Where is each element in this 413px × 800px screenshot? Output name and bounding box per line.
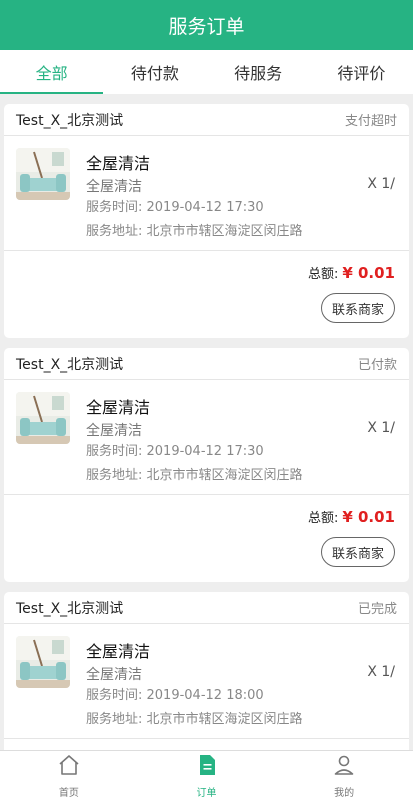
total-label: 总额: [307,511,339,526]
total-amount: ¥ 0.01 [342,508,395,526]
shop-name: Test_X_北京测试 [16,112,124,129]
order-card[interactable]: Test_X_北京测试 已完成 全屋清洁 全屋清洁 服务时间: 2019-04-… [4,592,409,750]
service-subtitle: 全屋清洁 [86,423,142,439]
order-status: 支付超时 [344,114,397,129]
order-card-footer: 总额: ¥ 0.01 联系商家 [4,251,409,337]
nav-profile[interactable]: 我的 [275,751,413,800]
service-quantity: X 1/ [367,664,395,680]
nav-orders-label: 订单 [196,787,217,799]
service-quantity: X 1/ [367,176,395,192]
order-card-header: Test_X_北京测试 已完成 [4,592,409,624]
service-address: 服务地址: 北京市市辖区海淀区闵庄路 [86,224,303,239]
tab-pending-payment[interactable]: 待付款 [103,50,206,94]
home-icon [57,753,81,781]
shop-name: Test_X_北京测试 [16,600,124,617]
shop-name: Test_X_北京测试 [16,356,124,373]
order-total: 总额: ¥ 0.01 [308,263,395,282]
order-status: 已完成 [357,602,397,617]
nav-profile-label: 我的 [334,787,355,799]
order-status: 已付款 [357,358,397,373]
tab-pending-review[interactable]: 待评价 [310,50,413,94]
service-address: 服务地址: 北京市市辖区海淀区闵庄路 [86,468,303,483]
contact-merchant-button[interactable]: 联系商家 [321,293,395,323]
nav-home[interactable]: 首页 [0,751,138,800]
service-subtitle: 全屋清洁 [86,667,142,683]
order-card[interactable]: Test_X_北京测试 已付款 全屋清洁 全屋清洁 服务时间: 2019-04-… [4,348,409,582]
tab-all[interactable]: 全部 [0,50,104,94]
order-list[interactable]: Test_X_北京测试 支付超时 全屋清洁 全屋清洁 服务时间: 2019-04… [0,94,413,750]
order-document-icon [195,753,219,781]
nav-orders[interactable]: 订单 [138,751,276,800]
bottom-navigation: 首页 订单 我的 [0,750,413,800]
order-item[interactable]: 全屋清洁 全屋清洁 服务时间: 2019-04-12 18:00 服务地址: 北… [4,624,409,739]
service-time: 服务时间: 2019-04-12 17:30 [86,200,264,215]
service-time: 服务时间: 2019-04-12 18:00 [86,688,264,703]
nav-home-label: 首页 [58,787,79,799]
app-header: 服务订单 [0,0,413,50]
service-thumbnail [16,148,70,200]
order-card-footer: 总额: ¥ 0.01 联系商家 [4,495,409,581]
page-title: 服务订单 [168,15,245,38]
service-thumbnail [16,636,70,688]
contact-merchant-button[interactable]: 联系商家 [321,537,395,567]
user-profile-icon [332,753,356,781]
service-address: 服务地址: 北京市市辖区海淀区闵庄路 [86,712,303,727]
service-time: 服务时间: 2019-04-12 17:30 [86,444,264,459]
order-tabs: 全部 待付款 待服务 待评价 [0,50,413,94]
order-item[interactable]: 全屋清洁 全屋清洁 服务时间: 2019-04-12 17:30 服务地址: 北… [4,136,409,251]
total-label: 总额: [307,267,339,282]
order-card[interactable]: Test_X_北京测试 支付超时 全屋清洁 全屋清洁 服务时间: 2019-04… [4,104,409,338]
tab-pending-service[interactable]: 待服务 [207,50,310,94]
order-card-header: Test_X_北京测试 支付超时 [4,104,409,136]
order-item[interactable]: 全屋清洁 全屋清洁 服务时间: 2019-04-12 17:30 服务地址: 北… [4,380,409,495]
service-thumbnail [16,392,70,444]
service-title: 全屋清洁 [86,154,151,173]
order-total: 总额: ¥ 0.01 [308,507,395,526]
service-quantity: X 1/ [367,420,395,436]
total-amount: ¥ 0.01 [342,264,395,282]
service-subtitle: 全屋清洁 [86,179,142,195]
service-title: 全屋清洁 [86,642,151,661]
service-title: 全屋清洁 [86,398,151,417]
order-card-header: Test_X_北京测试 已付款 [4,348,409,380]
